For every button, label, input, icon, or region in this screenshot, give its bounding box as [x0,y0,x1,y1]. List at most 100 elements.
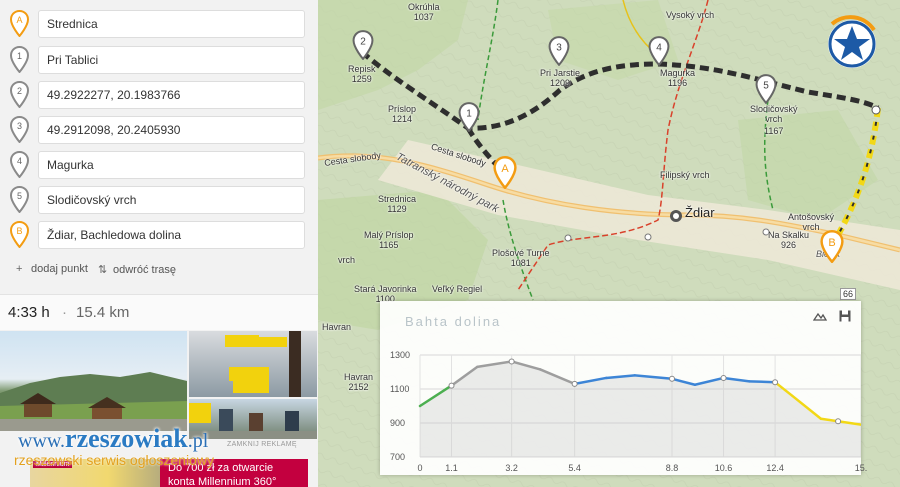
elevation-segment [748,380,777,384]
waypoint-row-4: 4 Magurka [10,151,306,179]
waypoint-row-end: B Ždiar, Bachledowa dolina [10,221,306,249]
x-tick-label: 5.4 [568,463,581,473]
map-marker-start[interactable]: A [493,156,517,189]
svg-text:5: 5 [763,80,769,91]
watermark-tagline: rzeszowski serwis ogłoszeniowy [14,452,214,468]
waypoint-input-3[interactable]: 49.2912098, 20.2405930 [38,116,305,144]
reverse-arrows-icon: ⇅ [98,264,108,276]
waypoint-marker-icon: 5 [10,186,29,213]
summary-separator: · [62,304,67,321]
map-label-strednica: Strednica 1129 [378,194,417,214]
map-label-okruhla: Okrúhla 1037 [408,2,440,22]
watermark-url: www.rzeszowiak.pl [18,424,208,454]
waypoint-row-5: 5 Slodičovský vrch [10,186,306,214]
y-tick-label-700: 700 [390,452,406,462]
x-tick-label: 1.1 [445,463,458,473]
map-marker-1[interactable]: 1 [458,102,480,132]
elevation-waypoint-marker [669,375,675,382]
route-duration: 4:33 h [8,304,50,321]
svg-text:4: 4 [656,42,662,53]
map-label-antosovsky: Antošovský vrch [788,212,835,232]
waypoint-input-5[interactable]: Slodičovský vrch [38,186,305,214]
svg-text:1: 1 [466,108,472,119]
waypoint-marker-icon: 3 [10,116,29,143]
elevation-waypoint-marker [448,382,455,389]
map-label-havran-1: Havran [322,322,352,332]
map-road-number: 66 [840,288,857,300]
elevation-profile-panel[interactable]: Bahta dolina 1300 1100 900 700 0 1.1 3.2 5.… [380,301,867,475]
add-point-label: dodaj punkt [31,263,88,275]
y-tick-label-1300: 1300 [390,350,411,360]
waypoint-input-2[interactable]: 49.2922277, 20.1983766 [38,81,305,109]
svg-text:B: B [828,237,835,249]
map-marker-2[interactable]: 2 [352,30,374,60]
map-label-velky-regiel: Veľký Regiel [432,284,483,294]
end-marker-icon: B [10,221,29,248]
x-tick-label: 0 [417,463,423,473]
photo-mountain-village[interactable] [0,331,187,431]
map-label-magurka: Magurka 1196 [660,68,696,88]
svg-text:3: 3 [17,121,22,131]
route-distance: 15.4 km [76,304,130,321]
x-tick-label: 15. [854,463,868,473]
svg-text:4: 4 [17,156,22,166]
waypoint-row-1: 1 Pri Tablici [10,46,306,74]
photo-trail-signs[interactable] [189,331,317,397]
route-summary: 4:33 h · 15.4 km [0,294,318,330]
reverse-route-label: odwróć trasę [113,264,176,276]
photo-trail-signs-image [225,331,301,397]
waypoint-row-3: 3 49.2912098, 20.2405930 [10,116,306,144]
x-tick-label: 8.8 [665,463,679,473]
map-label-filipsky-vrch: Filipský vrch [660,170,710,180]
elevation-waypoint-marker [571,380,578,387]
svg-text:5: 5 [17,191,22,201]
svg-text:2: 2 [360,36,366,47]
photo-mountain-village-image [0,372,187,431]
route-planner-sidebar: A Strednica 1 Pri Tablici 2 49.2922277, … [0,0,318,487]
map-label-plosove-turne: Plošové Turne 1081 [492,248,550,268]
map-label-havran-2: Havran 2152 [344,372,374,392]
bank-ad-line2: konta Millennium 360° [168,476,277,487]
map-label-vysoky-vrch: Vysoký vrch [666,10,715,20]
elevation-chart [418,354,861,458]
map-label-vrch: vrch [338,255,356,265]
waypoint-input-end[interactable]: Ždiar, Bachledowa dolina [38,221,305,249]
map-marker-5[interactable]: 5 [755,74,777,104]
elevation-waypoint-marker [835,418,842,425]
plus-icon: + [16,263,23,275]
map-label-pri-jarstie: Pri Jarstie 1209 [540,68,581,88]
waypoint-input-4[interactable]: Magurka [38,151,305,179]
elevation-waypoint-marker [508,358,515,365]
x-tick-label: 3.2 [505,463,518,473]
svg-text:A: A [16,15,22,25]
svg-text:B: B [16,226,22,236]
waypoint-row-start: A Strednica [10,10,306,38]
map-label-maly-prislop: Malý Príslop 1165 [364,230,414,250]
waypoint-row-2: 2 49.2922277, 20.1983766 [10,81,306,109]
waypoint-marker-icon: 1 [10,46,29,73]
svg-text:3: 3 [556,42,562,53]
x-tick-label: 10.6 [714,463,733,473]
map-label-repisk: Repisk 1259 [348,64,376,84]
svg-text:1: 1 [17,51,22,61]
map-marker-4[interactable]: 4 [648,36,670,66]
waypoint-input-1[interactable]: Pri Tablici [38,46,305,74]
watermark-prefix: www. [18,430,66,452]
map-label-slodicovsky: Slodičovský vrch [750,104,798,124]
waypoint-marker-icon: 2 [10,81,29,108]
map-marker-end[interactable]: B [820,230,844,263]
map-label-prislop: Príslop 1214 [388,104,417,124]
watermark-name: rzeszowiak [65,424,188,453]
map-label-na-skalku: Na Skalku 926 [768,230,810,250]
waypoint-marker-icon: 4 [10,151,29,178]
svg-text:2: 2 [17,86,22,96]
map-label-zdiar: Ždiar [685,205,715,220]
map-label-slodicovsky-elev: 1167 [764,126,784,136]
close-ad-link[interactable]: ZAMKNIJ REKLAMĘ [227,441,297,448]
map-marker-3[interactable]: 3 [548,36,570,66]
reverse-route-button[interactable]: ⇅ odwróć trasę [98,263,176,276]
add-point-button[interactable]: + dodaj punkt [16,263,88,275]
waypoint-input-start[interactable]: Strednica [38,10,305,38]
elevation-waypoint-marker [772,379,779,386]
y-tick-label-1100: 1100 [390,384,410,394]
